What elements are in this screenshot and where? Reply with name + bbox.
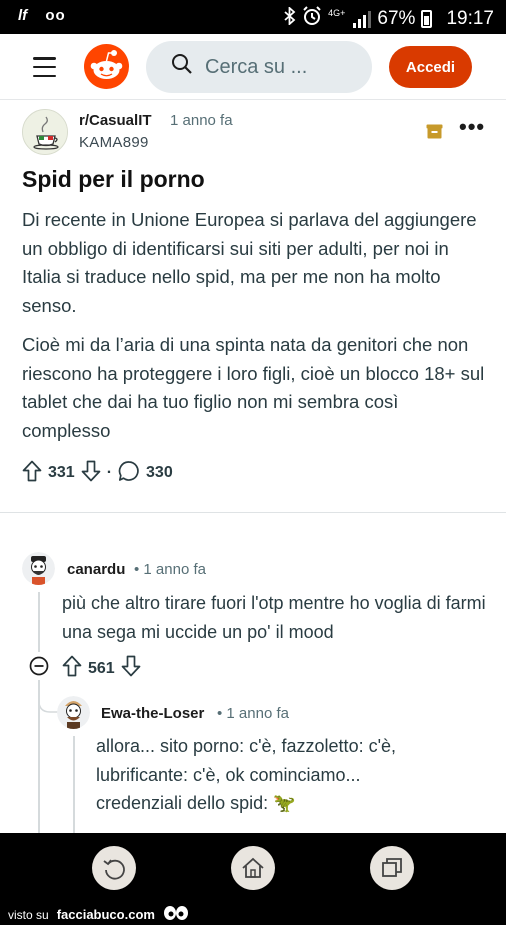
downvote-icon[interactable] [121, 655, 141, 682]
post-content: r/CasualIT 1 anno fa KAMA899 ••• Spid pe… [0, 100, 506, 833]
collapse-icon[interactable] [29, 656, 49, 681]
battery-percent: 67% [377, 7, 416, 29]
upvote-icon[interactable] [62, 655, 82, 682]
login-button[interactable]: Accedi [389, 46, 472, 88]
comment-body: più che altro tirare fuori l'otp mentre … [62, 593, 486, 642]
separator: · [106, 464, 113, 481]
comment-icon[interactable] [118, 460, 140, 487]
divider [0, 512, 506, 513]
comment-time-text: 1 anno fa [226, 705, 289, 722]
post-actions: 331 · 330 [22, 460, 179, 486]
facciabuco-logo-icon [163, 905, 189, 924]
android-nav-bar: visto su facciabuco.com [0, 833, 506, 925]
status-bar: lf oo 4G+ 67% 19:17 [0, 0, 506, 34]
comment-time-text: 1 anno fa [143, 561, 206, 578]
voicemail-icon: oo [45, 7, 66, 24]
subreddit-name[interactable]: r/CasualIT [79, 112, 152, 129]
comment-actions: 561 [29, 655, 141, 682]
alarm-icon [302, 6, 322, 31]
downvote-icon[interactable] [81, 460, 101, 487]
recent-apps-icon[interactable] [370, 846, 414, 890]
thread-connector [38, 688, 58, 713]
avatar[interactable] [57, 696, 90, 729]
status-right: 4G+ 67% 19:17 [284, 5, 494, 31]
network-type: 4G+ [328, 7, 346, 18]
post-time: 1 anno fa [170, 112, 233, 129]
post-paragraph: Di recente in Unione Europea si parlava … [22, 209, 477, 316]
thread-line [73, 736, 75, 833]
app-header: Cerca su ... Accedi [0, 34, 506, 100]
subreddit-avatar[interactable] [22, 109, 68, 155]
menu-icon[interactable] [33, 57, 56, 77]
comment-count: 330 [146, 464, 173, 481]
comment-time: • 1 anno fa [217, 705, 289, 722]
more-options-icon[interactable]: ••• [459, 116, 485, 138]
clock: 19:17 [446, 7, 494, 29]
thread-line [38, 592, 40, 652]
search-input[interactable]: Cerca su ... [146, 41, 372, 93]
status-app-label: lf [18, 7, 28, 24]
battery-icon [421, 9, 433, 28]
status-left: lf oo [18, 7, 66, 24]
vote-count: 561 [88, 659, 115, 677]
avatar[interactable] [22, 552, 55, 585]
vote-count: 331 [48, 464, 75, 481]
comment-time: • 1 anno fa [134, 561, 206, 578]
search-placeholder: Cerca su ... [205, 55, 308, 78]
watermark-prefix: visto su [8, 907, 49, 922]
upvote-icon[interactable] [22, 460, 42, 487]
comment-author[interactable]: canardu [67, 561, 125, 578]
watermark: visto su facciabuco.com [8, 905, 189, 924]
watermark-site: facciabuco.com [56, 907, 155, 922]
comment-body: allora... sito porno: c'è, fazzoletto: c… [96, 736, 397, 813]
reddit-logo[interactable] [84, 44, 129, 89]
post-author[interactable]: KAMA899 [79, 134, 149, 151]
post-header: r/CasualIT 1 anno fa KAMA899 ••• [22, 109, 492, 159]
post-paragraph: Cioè mi da l’aria di una spinta nata da … [22, 334, 485, 441]
bluetooth-icon [284, 5, 296, 30]
home-icon[interactable] [231, 846, 275, 890]
comment-author[interactable]: Ewa-the-Loser [101, 705, 204, 722]
signal-icon [353, 10, 372, 28]
post-title: Spid per il porno [22, 166, 205, 192]
archive-icon [426, 124, 443, 139]
back-icon[interactable] [92, 846, 136, 890]
search-icon [171, 53, 193, 81]
